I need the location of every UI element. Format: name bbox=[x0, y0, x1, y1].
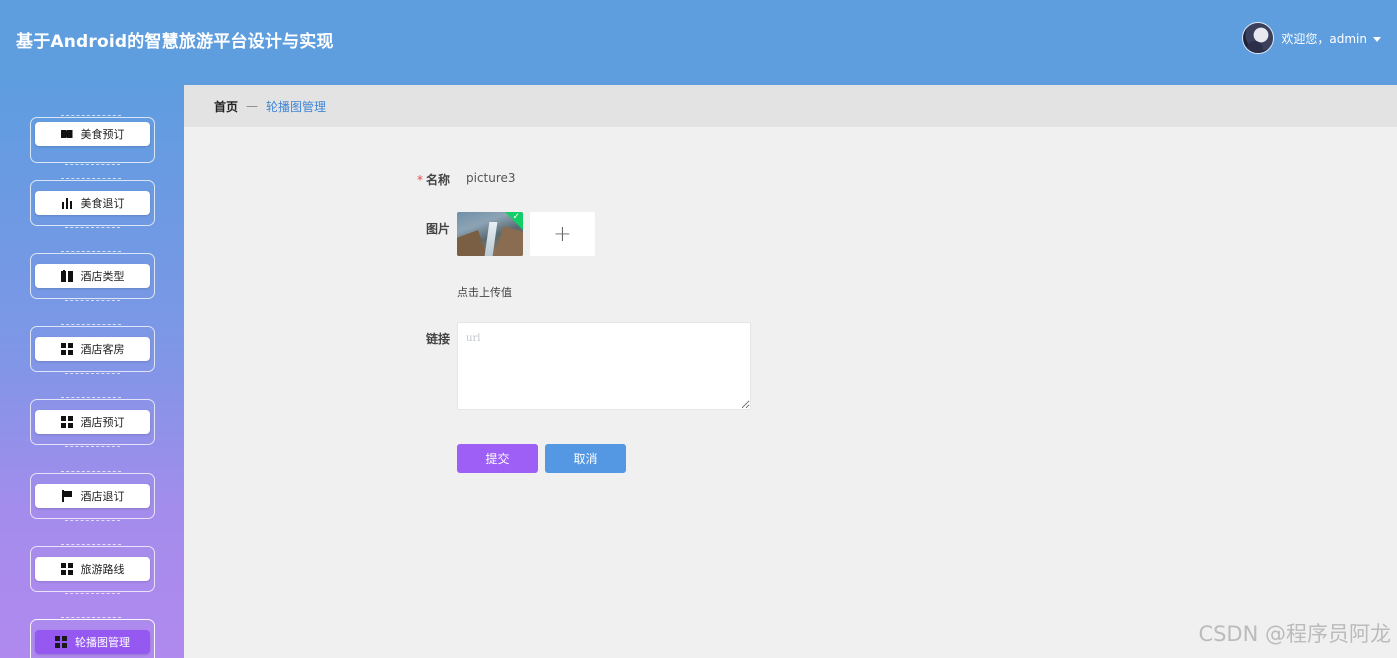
sidebar-item-carousel[interactable]: 轮播图管理 bbox=[30, 617, 155, 658]
image-label: 图片 bbox=[425, 222, 450, 236]
top-header: 基于Android的智慧旅游平台设计与实现 欢迎您，admin bbox=[0, 0, 1397, 85]
grid-icon bbox=[60, 563, 73, 575]
sidebar-item-label: 酒店客房 bbox=[80, 343, 125, 356]
app-title: 基于Android的智慧旅游平台设计与实现 bbox=[16, 32, 334, 52]
flag-icon bbox=[60, 490, 73, 502]
sidebar-item-label: 美食退订 bbox=[80, 197, 125, 210]
sidebar-item-label: 轮播图管理 bbox=[75, 636, 130, 649]
name-label: * 名称 bbox=[416, 173, 450, 187]
sidebar-item-hotel-type[interactable]: 酒店类型 bbox=[30, 251, 155, 301]
breadcrumb-current: 轮播图管理 bbox=[266, 99, 327, 114]
sidebar-item-hotel-booking[interactable]: 酒店预订 bbox=[30, 397, 155, 447]
breadcrumb-home[interactable]: 首页 bbox=[214, 98, 238, 115]
plus-icon: + bbox=[553, 221, 572, 247]
sidebar-item-label: 酒店预订 bbox=[80, 416, 125, 429]
sidebar-item-travel-route[interactable]: 旅游路线 bbox=[30, 544, 155, 594]
sidebar-item-hotel-room[interactable]: 酒店客房 bbox=[30, 324, 155, 374]
watermark: CSDN @程序员阿龙 bbox=[1198, 622, 1391, 646]
ticket-icon bbox=[60, 128, 73, 140]
sidebar: 美食预订 美食退订 酒店类型 酒店客房 酒店预订 酒店退订 旅游路线 轮播图管理 bbox=[0, 85, 184, 658]
link-label: 链接 bbox=[425, 332, 450, 346]
sidebar-item-food-booking[interactable]: 美食预订 bbox=[30, 115, 155, 165]
upload-button[interactable]: + bbox=[530, 212, 595, 256]
sidebar-item-label: 酒店类型 bbox=[80, 270, 125, 283]
sidebar-item-label: 酒店退订 bbox=[80, 490, 125, 503]
sidebar-item-label: 美食预订 bbox=[80, 128, 125, 141]
sidebar-item-food-cancel[interactable]: 美食退订 bbox=[30, 178, 155, 228]
cancel-button[interactable]: 取消 bbox=[545, 444, 626, 473]
breadcrumb-separator: — bbox=[246, 99, 259, 113]
submit-button[interactable]: 提交 bbox=[457, 444, 538, 473]
sidebar-item-label: 旅游路线 bbox=[80, 563, 125, 576]
book-icon bbox=[60, 270, 73, 282]
grid-icon bbox=[55, 636, 67, 648]
breadcrumb: 首页 — 轮播图管理 bbox=[184, 85, 1397, 127]
grid-icon bbox=[60, 416, 73, 428]
upload-hint: 点击上传值 bbox=[457, 286, 512, 299]
grid-icon bbox=[60, 343, 73, 355]
user-menu[interactable]: 欢迎您，admin bbox=[1242, 22, 1381, 54]
check-icon: ✓ bbox=[512, 212, 520, 222]
link-input[interactable] bbox=[457, 322, 751, 410]
chevron-down-icon[interactable] bbox=[1373, 36, 1381, 42]
uploaded-image-thumbnail[interactable]: ✓ bbox=[457, 212, 523, 256]
name-value: picture3 bbox=[466, 171, 516, 185]
welcome-text[interactable]: 欢迎您，admin bbox=[1281, 30, 1367, 47]
sidebar-item-hotel-cancel[interactable]: 酒店退订 bbox=[30, 471, 155, 521]
bar-chart-icon bbox=[60, 197, 73, 209]
avatar[interactable] bbox=[1242, 22, 1275, 54]
